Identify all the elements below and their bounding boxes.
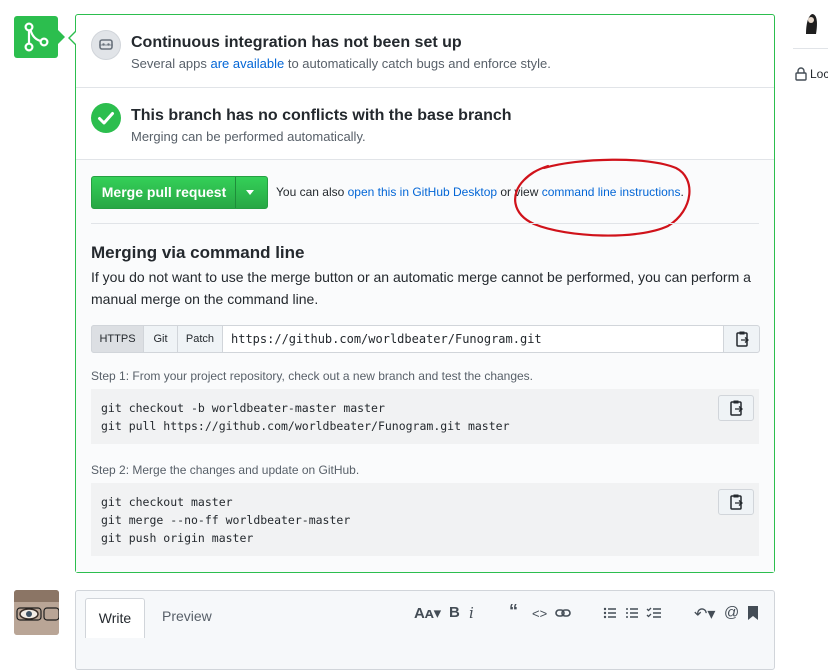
- avatar[interactable]: [800, 10, 822, 36]
- merge-button-divider: [235, 177, 236, 208]
- link-icon[interactable]: [555, 606, 571, 624]
- code-line: git merge --no-ff worldbeater-master: [101, 513, 351, 527]
- step-2-code-block: git checkout master git merge --no-ff wo…: [91, 483, 759, 556]
- clipboard-icon: [736, 331, 750, 347]
- text-size-icon[interactable]: Aᴀ▾: [414, 604, 441, 622]
- code-line: git checkout master: [101, 495, 233, 509]
- merge-badge-pointer: [58, 30, 65, 44]
- chevron-down-icon[interactable]: [246, 190, 254, 195]
- step-2-label: Step 2: Merge the changes and update on …: [91, 463, 359, 477]
- divider: [793, 48, 828, 49]
- robot-icon: [91, 30, 121, 60]
- conflicts-status-title: This branch has no conflicts with the ba…: [131, 107, 512, 124]
- protocol-patch-button[interactable]: Patch: [177, 325, 223, 353]
- also-prefix: You can also: [276, 185, 348, 199]
- copy-step-1-button[interactable]: [718, 395, 754, 421]
- command-line-description: If you do not want to use the merge butt…: [91, 269, 751, 307]
- code-icon[interactable]: <>: [532, 606, 547, 621]
- apps-available-link[interactable]: are available: [211, 56, 285, 71]
- git-merge-badge: [14, 16, 58, 58]
- step-2-text: Merge the changes and update on GitHub.: [129, 463, 360, 477]
- bookmark-icon[interactable]: [747, 605, 759, 626]
- clipboard-icon: [730, 494, 744, 510]
- merge-button-label: Merge pull request: [101, 184, 227, 200]
- ci-status-subtitle: Several apps are available to automatica…: [131, 56, 551, 71]
- ordered-list-icon[interactable]: [625, 606, 639, 625]
- merge-pull-request-button[interactable]: Merge pull request: [91, 176, 268, 209]
- italic-icon[interactable]: i: [469, 604, 474, 622]
- step-2-number: Step 2:: [91, 463, 130, 477]
- merge-box-pointer-inner: [70, 31, 77, 45]
- merging-via-command-line-heading: Merging via command line: [91, 243, 305, 262]
- avatar[interactable]: [14, 590, 59, 635]
- step-1-code-block: git checkout -b worldbeater-master maste…: [91, 389, 759, 444]
- clipboard-icon: [730, 400, 744, 416]
- step-1-label: Step 1: From your project repository, ch…: [91, 369, 533, 383]
- ci-status-title: Continuous integration has not been set …: [131, 34, 462, 51]
- code-line: git checkout -b worldbeater-master maste…: [101, 401, 385, 415]
- lock-conversation-link[interactable]: Loc: [810, 67, 828, 81]
- red-circle-annotation: [514, 158, 691, 237]
- open-github-desktop-link[interactable]: open this in GitHub Desktop: [348, 185, 497, 199]
- copy-url-button[interactable]: [723, 325, 760, 353]
- copy-step-2-button[interactable]: [718, 489, 754, 515]
- reply-icon[interactable]: ↶▾: [694, 604, 715, 624]
- protocol-https-button[interactable]: HTTPS: [91, 325, 144, 353]
- quote-icon[interactable]: “: [509, 601, 518, 622]
- mention-icon[interactable]: @: [724, 604, 739, 621]
- divider: [76, 87, 774, 88]
- code-line: git push origin master: [101, 531, 254, 545]
- bold-icon[interactable]: B: [449, 604, 460, 621]
- ci-sub-suffix: to automatically catch bugs and enforce …: [284, 56, 551, 71]
- conflicts-status-subtitle: Merging can be performed automatically.: [131, 129, 366, 144]
- tab-preview[interactable]: Preview: [162, 608, 212, 624]
- step-1-number: Step 1:: [91, 369, 130, 383]
- divider: [91, 223, 759, 224]
- protocol-git-button[interactable]: Git: [143, 325, 178, 353]
- unordered-list-icon[interactable]: [603, 606, 617, 625]
- comment-box: [75, 590, 775, 670]
- ci-sub-prefix: Several apps: [131, 56, 211, 71]
- check-circle-icon: [91, 103, 121, 133]
- git-merge-icon: [24, 22, 49, 52]
- clone-url-bar: HTTPS Git Patch https://github.com/world…: [91, 325, 760, 353]
- code-line: git pull https://github.com/worldbeater/…: [101, 419, 510, 433]
- clone-url-input[interactable]: https://github.com/worldbeater/Funogram.…: [231, 332, 542, 346]
- lock-icon: [795, 67, 807, 86]
- task-list-icon[interactable]: [646, 606, 662, 625]
- step-1-text: From your project repository, check out …: [129, 369, 534, 383]
- tab-write[interactable]: Write: [85, 598, 145, 638]
